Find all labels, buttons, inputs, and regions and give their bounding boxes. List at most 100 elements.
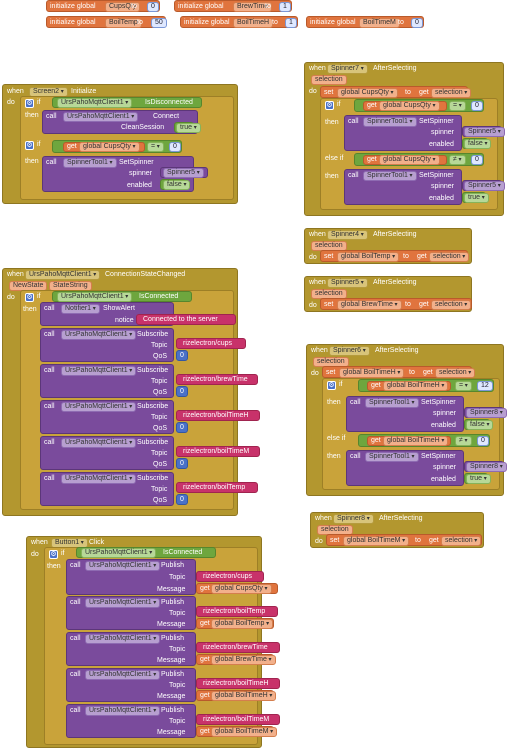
var-dropdown[interactable]: global CupsQty [379,155,440,165]
text-value[interactable]: rizelectron/brewTime [203,643,268,653]
number-value[interactable]: 0 [411,18,423,28]
mqtt-isdisconnected-getter[interactable]: UrsPahoMqttClient1 IsDisconnected [52,97,202,108]
mutator-gear-icon[interactable]: ⚙ [25,141,34,150]
number-value[interactable]: 1 [285,18,297,28]
op-dropdown[interactable]: = [147,142,164,152]
component-dropdown[interactable]: UrsPahoMqttClient1 [81,548,157,558]
var-dropdown[interactable]: selection [431,88,472,98]
text-literal[interactable]: rizelectron/cups [196,571,264,582]
text-value[interactable]: rizelectron/cups [203,572,252,582]
component-block[interactable]: Spinner8 [464,407,507,418]
get-var-block[interactable]: get global BoilTimeM [196,726,278,737]
spinner-setspinner-call[interactable]: call SpinnerTool1 SetSpinner spinner ena… [346,396,464,432]
init-global-boiltimem[interactable]: initialize global BoilTimeM to 0 [306,16,424,28]
component-dropdown[interactable]: Spinner5 [163,168,204,178]
number-literal[interactable]: 0 [176,458,188,469]
component-dropdown[interactable]: UrsPahoMqttClient1 [61,330,137,340]
var-dropdown[interactable]: global BoilTimeM [211,727,278,737]
mutator-gear-icon[interactable]: ⚙ [49,550,58,559]
text-literal[interactable]: rizelectron/cups [176,338,246,349]
component-dropdown[interactable]: UrsPahoMqttClient1 [57,98,133,108]
number-literal[interactable]: 0 [176,494,188,505]
component-dropdown[interactable]: UrsPahoMqttClient1 [61,366,137,376]
mutator-gear-icon[interactable]: ⚙ [25,293,34,302]
component-dropdown[interactable]: Spinner5 [327,278,368,288]
true-literal[interactable]: true [464,473,491,484]
text-value[interactable]: rizelectron/boilTimeM [203,715,269,725]
compare-eq-block[interactable]: get global CupsQty = 0 [52,140,182,153]
bool-value[interactable]: true [466,474,491,484]
number-value[interactable]: 0 [477,436,489,446]
component-dropdown[interactable]: SpinnerTool1 [363,117,417,127]
var-dropdown[interactable]: selection [431,300,472,310]
component-dropdown[interactable]: SpinnerTool1 [365,398,419,408]
true-literal[interactable]: true [462,192,489,203]
mqtt-subscribe-call[interactable]: call UrsPahoMqttClient1 Subscribe Topic … [40,328,174,362]
mutator-gear-icon[interactable]: ⚙ [325,101,334,110]
var-dropdown[interactable]: global BoilTemp [337,252,400,262]
init-global-boiltemp[interactable]: initialize global BoilTemp to 50 [46,16,167,28]
var-name-field[interactable]: BoilTimeM [359,18,400,28]
set-var-block[interactable]: set global BrewTime to get selection [320,298,472,310]
var-dropdown[interactable]: selection [429,252,470,262]
component-dropdown[interactable]: UrsPahoMqttClient1 [85,598,161,608]
number-value[interactable]: 0 [180,423,184,433]
text-value[interactable]: rizelectron/boilTimeM [183,447,249,457]
component-dropdown[interactable]: UrsPahoMqttClient1 [25,270,101,280]
get-var-block[interactable]: get global BoilTemp [196,618,274,629]
mutator-gear-icon[interactable]: ⚙ [25,99,34,108]
component-dropdown[interactable]: Spinner6 [329,346,370,356]
op-dropdown[interactable]: ≠ [449,155,466,165]
set-var-block[interactable]: set global CupsQty to get selection [320,86,472,98]
text-literal[interactable]: rizelectron/brewTime [176,374,258,385]
component-block[interactable]: Spinner8 [464,461,507,472]
component-dropdown[interactable]: UrsPahoMqttClient1 [85,634,161,644]
var-dropdown[interactable]: global CupsQty [337,88,398,98]
bool-value[interactable]: false [464,139,492,149]
mqtt-subscribe-call[interactable]: call UrsPahoMqttClient1 Subscribe Topic … [40,472,174,506]
compare-neq-block[interactable]: get global CupsQty ≠ 0 [354,153,484,166]
component-dropdown[interactable]: Spinner8 [466,408,507,418]
var-dropdown[interactable]: global CupsQty [379,101,440,111]
var-dropdown[interactable]: global BoilTimeH [383,381,449,391]
var-dropdown[interactable]: global CupsQty [211,584,272,594]
text-literal[interactable]: Connected to the server [136,314,236,325]
spinner-setspinner-call[interactable]: call SpinnerTool1 SetSpinner spinner ena… [344,115,462,151]
component-dropdown[interactable]: UrsPahoMqttClient1 [85,706,161,716]
var-dropdown[interactable]: global BoilTimeH [211,691,277,701]
component-dropdown[interactable]: Spinner7 [327,64,368,74]
text-literal[interactable]: rizelectron/boilTimeH [196,678,280,689]
number-value[interactable]: 0 [169,142,181,152]
component-dropdown[interactable]: Spinner8 [333,514,374,524]
init-global-boiltimeh[interactable]: initialize global BoilTimeH to 1 [180,16,298,28]
var-dropdown[interactable]: selection [441,536,482,546]
component-dropdown[interactable]: UrsPahoMqttClient1 [85,561,161,571]
mqtt-publish-call[interactable]: call UrsPahoMqttClient1 Publish Topic Me… [66,632,196,666]
component-dropdown[interactable]: SpinnerTool1 [363,171,417,181]
number-value[interactable]: 0 [471,155,483,165]
text-value[interactable]: rizelectron/brewTime [183,375,248,385]
compare-eq-block[interactable]: get global CupsQty = 0 [354,99,484,112]
component-dropdown[interactable]: Notifier1 [61,304,100,314]
text-value[interactable]: rizelectron/boilTimeH [183,411,248,421]
init-global-cupsqty[interactable]: initialize global CupsQty to 0 [46,0,160,12]
number-value[interactable]: 0 [180,351,184,361]
mqtt-subscribe-call[interactable]: call UrsPahoMqttClient1 Subscribe Topic … [40,364,174,398]
text-value[interactable]: rizelectron/cups [183,339,232,349]
text-literal[interactable]: rizelectron/boilTimeH [176,410,260,421]
number-value[interactable]: 12 [477,381,493,391]
var-dropdown[interactable]: global CupsQty [79,142,140,152]
text-literal[interactable]: rizelectron/brewTime [196,642,280,653]
component-dropdown[interactable]: SpinnerTool1 [365,452,419,462]
component-dropdown[interactable]: SpinnerTool1 [63,158,117,168]
mqtt-publish-call[interactable]: call UrsPahoMqttClient1 Publish Topic Me… [66,704,196,738]
set-var-block[interactable]: set global BoilTimeH to get selection [322,366,476,378]
text-literal[interactable]: rizelectron/boilTemp [196,606,278,617]
true-literal[interactable]: true [174,122,201,133]
component-dropdown[interactable]: UrsPahoMqttClient1 [57,292,133,302]
text-value[interactable]: Connected to the server [143,315,218,325]
compare-eq-block[interactable]: get global BoilTimeH = 12 [358,379,494,392]
var-dropdown[interactable]: global BoilTimeH [383,436,449,446]
set-var-block[interactable]: set global BoilTemp to get selection [320,250,470,262]
number-literal[interactable]: 0 [176,350,188,361]
